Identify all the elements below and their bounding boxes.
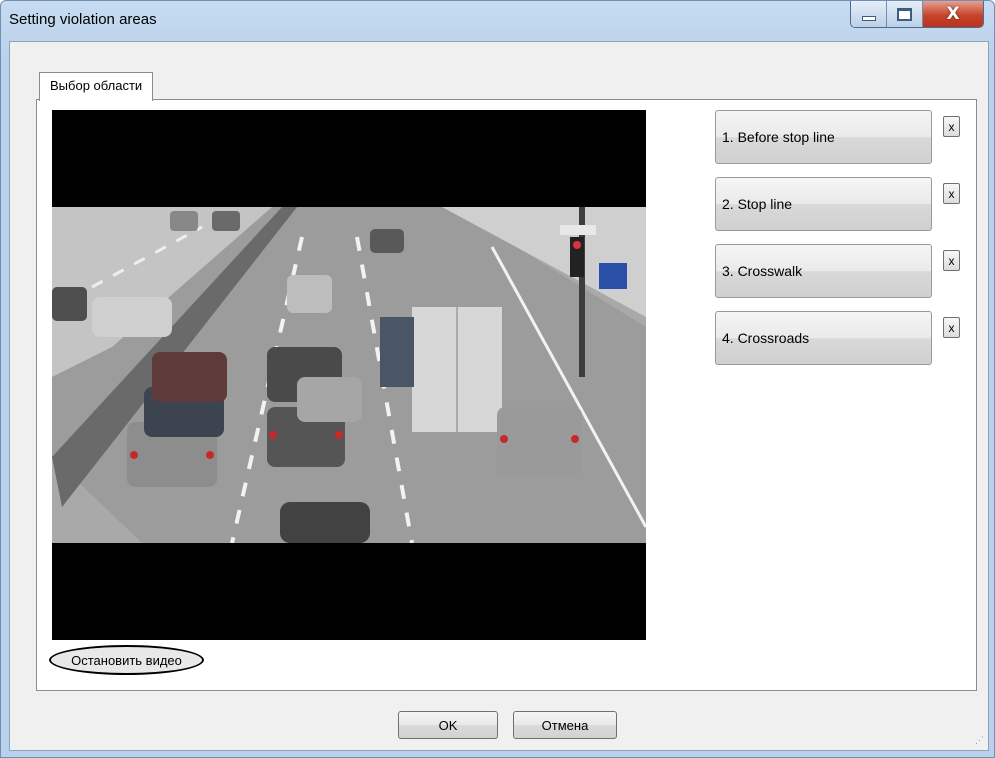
close-button[interactable]: X bbox=[923, 1, 983, 27]
video-view[interactable] bbox=[52, 110, 646, 640]
client-area: Выбор области Остановить видео 1. Before… bbox=[9, 41, 989, 751]
area-button-crossroads[interactable]: 4. Crossroads bbox=[715, 311, 932, 365]
tab-area-selection[interactable]: Выбор области bbox=[39, 72, 154, 101]
remove-area-button[interactable]: x bbox=[943, 116, 960, 137]
remove-area-button[interactable]: x bbox=[943, 183, 960, 204]
resize-grip-icon[interactable]: ⋰ bbox=[975, 735, 984, 746]
stop-video-button[interactable]: Остановить видео bbox=[49, 645, 204, 675]
minimize-icon bbox=[861, 15, 876, 21]
maximize-icon bbox=[897, 7, 912, 21]
title-bar[interactable]: Setting violation areas X bbox=[1, 1, 994, 41]
area-button-stop-line[interactable]: 2. Stop line bbox=[715, 177, 932, 231]
tab-panel: Остановить видео 1. Before stop line x 2… bbox=[36, 99, 977, 691]
minimize-button[interactable] bbox=[851, 1, 887, 27]
maximize-button[interactable] bbox=[887, 1, 923, 27]
remove-area-button[interactable]: x bbox=[943, 317, 960, 338]
window-title: Setting violation areas bbox=[9, 11, 157, 28]
remove-area-button[interactable]: x bbox=[943, 250, 960, 271]
traffic-video-frame bbox=[52, 207, 646, 543]
close-icon: X bbox=[946, 4, 960, 24]
ok-button[interactable]: OK bbox=[398, 711, 498, 739]
area-button-crosswalk[interactable]: 3. Crosswalk bbox=[715, 244, 932, 298]
area-button-before-stop-line[interactable]: 1. Before stop line bbox=[715, 110, 932, 164]
dialog-window: Setting violation areas X Выбор области bbox=[0, 0, 995, 758]
caption-buttons: X bbox=[850, 1, 984, 28]
cancel-button[interactable]: Отмена bbox=[513, 711, 617, 739]
